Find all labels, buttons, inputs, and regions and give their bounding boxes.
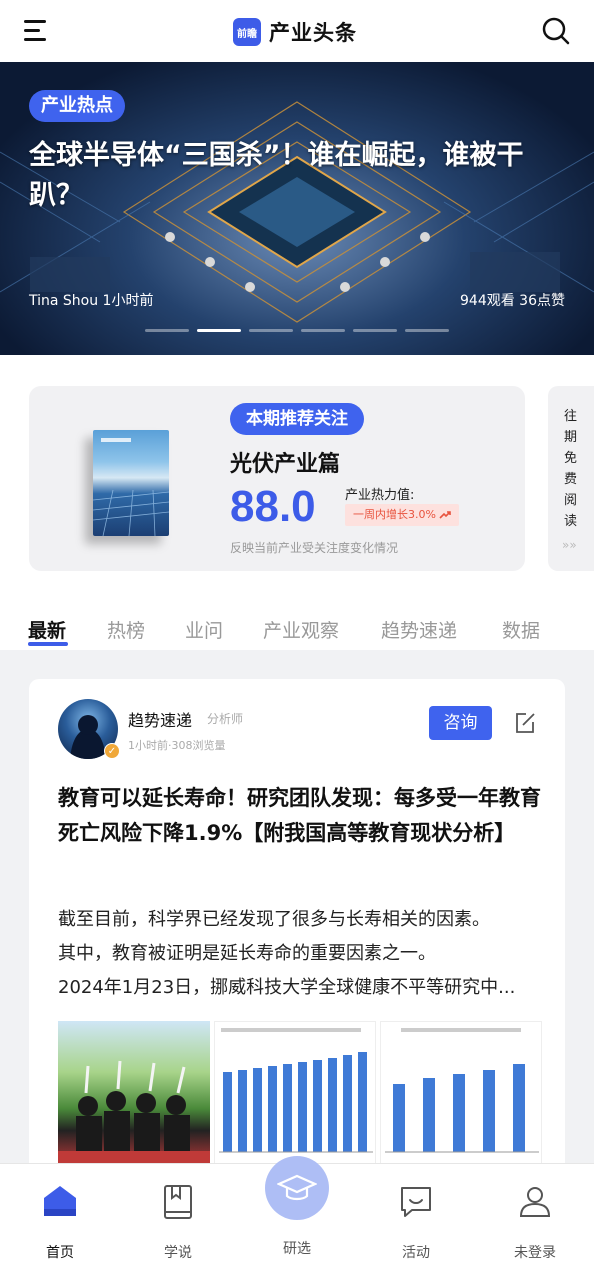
author-role: 分析师	[207, 712, 244, 726]
bar-chart-thumbnail[interactable]	[214, 1021, 376, 1167]
app-title: 产业头条	[269, 21, 357, 45]
tab-industry-watch[interactable]: 产业观察	[263, 616, 339, 643]
tab-data[interactable]: 数据	[502, 616, 540, 643]
bar-chart-thumbnail[interactable]	[380, 1021, 542, 1167]
tab-qa[interactable]: 业问	[185, 616, 223, 643]
article-title[interactable]: 教育可以延长寿命！研究团队发现：每多受一年教育死亡风险下降1.9%【附我国高等教…	[58, 781, 542, 851]
bottom-navigation: 首页 学说 研选 活动 未登录	[0, 1156, 594, 1280]
double-chevron-icon: »»	[562, 538, 577, 552]
past-issues-text: 往期免费阅读	[564, 409, 578, 529]
nav-xueshuo-label: 学说	[164, 1245, 192, 1261]
tab-latest[interactable]: 最新	[28, 616, 66, 643]
verified-badge-icon: ✓	[104, 743, 120, 759]
recommend-section: 本期推荐关注 光伏产业篇 88.0 产业热力值: 一周内增长3.0% 反映当前产…	[0, 355, 594, 602]
nav-activity[interactable]: 活动	[376, 1182, 456, 1262]
heat-change-text: 一周内增长3.0%	[353, 508, 436, 521]
article-excerpt: 截至目前，科学界已经发现了很多与长寿相关的因素。 其中，教育被证明是延长寿命的重…	[58, 903, 542, 1005]
menu-icon[interactable]	[24, 20, 48, 42]
chat-icon	[401, 1187, 431, 1217]
edit-icon[interactable]	[513, 711, 537, 735]
tab-hot[interactable]: 热榜	[107, 616, 145, 643]
nav-home[interactable]: 首页	[20, 1182, 100, 1262]
article-images	[58, 1021, 542, 1167]
nav-home-label: 首页	[46, 1245, 74, 1261]
home-icon	[44, 1186, 76, 1216]
nav-login[interactable]: 未登录	[495, 1182, 575, 1262]
heat-score: 88.0	[230, 482, 316, 531]
app-logo: 前瞻 产业头条	[233, 17, 357, 47]
app-header: 前瞻 产业头条	[0, 0, 594, 62]
excerpt-line: 截至目前，科学界已经发现了很多与长寿相关的因素。	[58, 909, 490, 930]
search-icon[interactable]	[542, 17, 570, 45]
carousel-dot-active[interactable]	[197, 329, 241, 332]
author-name[interactable]: 趋势速递	[128, 707, 192, 731]
nav-activity-label: 活动	[402, 1245, 430, 1261]
consult-button[interactable]: 咨询	[429, 706, 492, 740]
report-cover-image	[93, 430, 169, 536]
user-icon	[519, 1187, 551, 1217]
carousel-dot[interactable]	[301, 329, 345, 332]
recommend-card[interactable]: 本期推荐关注 光伏产业篇 88.0 产业热力值: 一周内增长3.0% 反映当前产…	[29, 386, 525, 571]
banner-tag: 产业热点	[29, 90, 125, 122]
recommend-badge: 本期推荐关注	[230, 403, 364, 435]
banner-stats: 944观看 36点赞	[460, 293, 565, 309]
nav-yanxuan-label: 研选	[283, 1241, 311, 1257]
carousel-dot[interactable]	[249, 329, 293, 332]
article-card[interactable]: ✓ 趋势速递 分析师 1小时前·308浏览量 咨询 教育可以延长寿命！研究团队发…	[29, 679, 565, 1239]
graduation-cap-icon	[277, 1174, 317, 1201]
nav-login-label: 未登录	[514, 1245, 556, 1261]
heat-label: 产业热力值:	[345, 488, 415, 503]
post-meta: 1小时前·308浏览量	[128, 739, 226, 752]
heat-change-badge: 一周内增长3.0%	[345, 504, 460, 526]
nav-xueshuo[interactable]: 学说	[138, 1182, 218, 1262]
tab-trends[interactable]: 趋势速递	[381, 616, 457, 643]
excerpt-line: 2024年1月23日，挪威科技大学全球健康不平等研究中...	[58, 977, 516, 998]
recommend-description: 反映当前产业受关注度变化情况	[230, 541, 399, 555]
carousel-dot[interactable]	[353, 329, 397, 332]
yanxuan-center-button[interactable]	[265, 1156, 329, 1220]
banner-title[interactable]: 全球半导体“三国杀”！谁在崛起，谁被干趴？	[29, 136, 549, 216]
recommend-title: 光伏产业篇	[230, 452, 341, 477]
past-issues-card[interactable]: 往期免费阅读 »»	[548, 386, 594, 571]
book-icon	[164, 1185, 192, 1219]
excerpt-line: 其中，教育被证明是延长寿命的重要因素之一。	[58, 943, 436, 964]
carousel-dot[interactable]	[145, 329, 189, 332]
carousel-dot[interactable]	[405, 329, 449, 332]
logo-badge: 前瞻	[233, 18, 261, 46]
active-tab-indicator	[28, 642, 68, 646]
graduation-photo[interactable]	[58, 1021, 210, 1167]
carousel-indicator	[145, 329, 449, 332]
hero-banner[interactable]: 产业热点 全球半导体“三国杀”！谁在崛起，谁被干趴？ Tina Shou 1小时…	[0, 62, 594, 355]
banner-author-time: Tina Shou 1小时前	[29, 293, 154, 309]
category-tabs: 最新 热榜 业问 产业观察 趋势速递 数据	[0, 602, 594, 650]
trend-up-icon	[439, 511, 452, 519]
